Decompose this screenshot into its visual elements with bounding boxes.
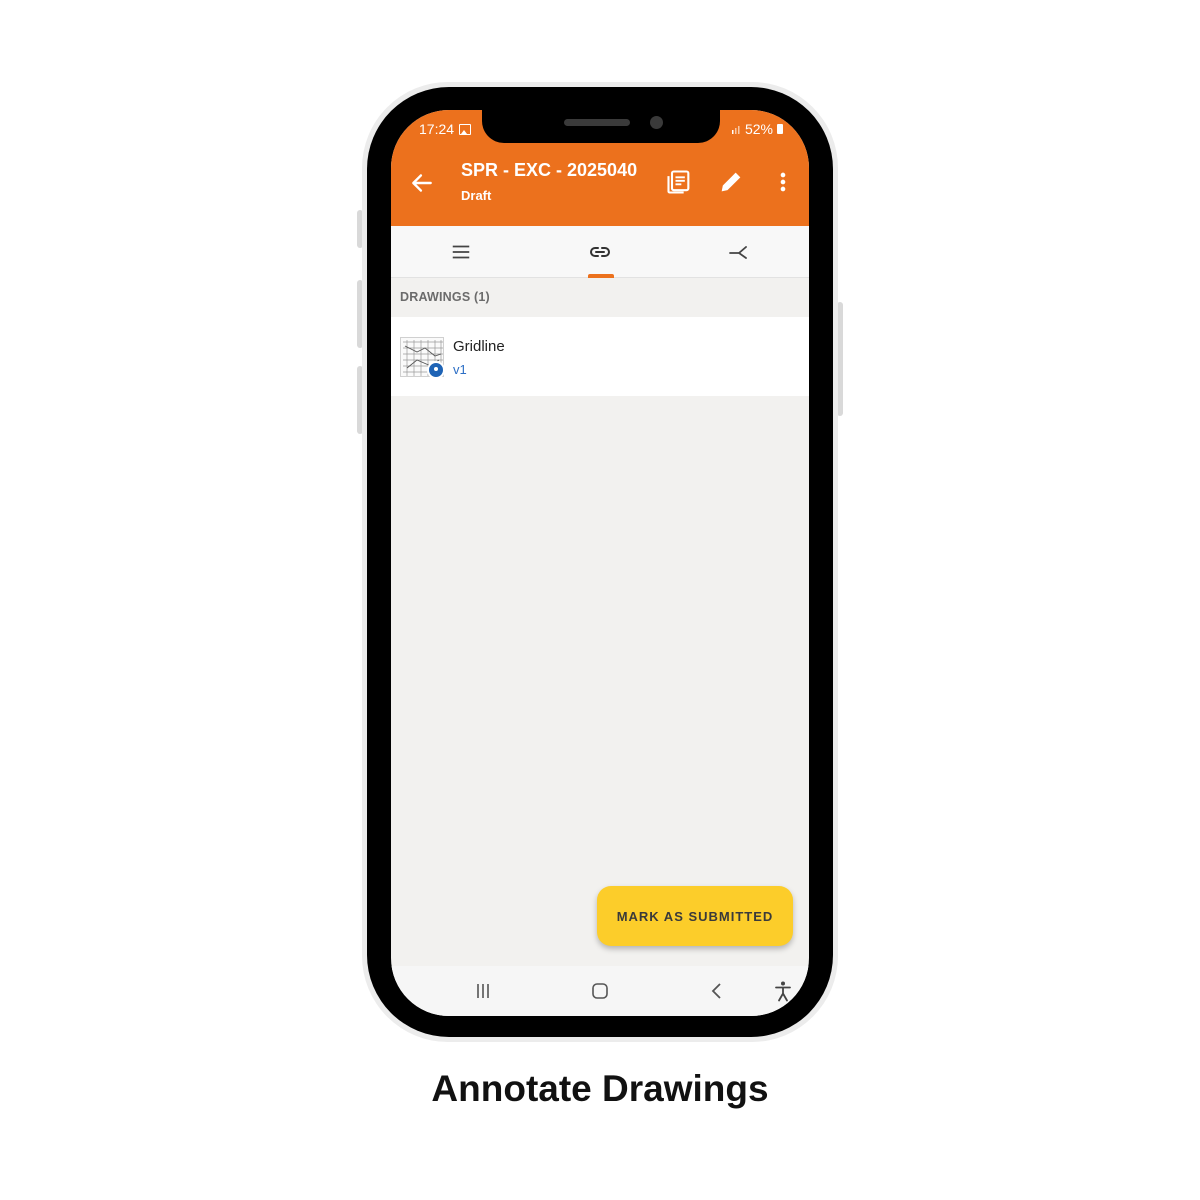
edit-pencil-icon[interactable] — [717, 168, 745, 196]
caption-title: Annotate Drawings — [431, 1068, 769, 1109]
status-time: 17:24 — [419, 121, 455, 137]
nav-back-button[interactable] — [699, 974, 735, 1008]
tab-bar — [391, 226, 809, 278]
status-bar-left: 17:24 — [419, 121, 472, 137]
battery-percent: 52% — [744, 121, 773, 137]
drawing-name: Gridline — [453, 338, 505, 355]
list-item[interactable]: Gridline v1 — [391, 317, 809, 396]
page-title: SPR - EXC - 2025040 — [461, 160, 638, 180]
accessibility-button[interactable] — [765, 974, 801, 1008]
merge-icon — [728, 246, 747, 259]
document-list-icon[interactable] — [665, 168, 693, 196]
mark-as-submitted-button[interactable]: MARK AS SUBMITTED — [597, 886, 793, 946]
list-icon — [452, 245, 469, 259]
accessibility-icon — [775, 981, 791, 1002]
link-icon — [589, 247, 610, 257]
status-bar-right: 52% — [731, 121, 783, 137]
drawings-section-header: DRAWINGS (1) — [400, 290, 490, 304]
image-notification-icon — [459, 123, 472, 135]
home-icon — [592, 983, 608, 999]
system-nav-bar — [391, 966, 809, 1016]
phone-screen: 17:24 52% SPR - EXC - 2025040 Draft DRAW… — [391, 110, 809, 1016]
drawing-version: v1 — [453, 362, 467, 377]
phone-speaker — [564, 119, 630, 126]
phone-camera — [650, 116, 663, 129]
more-vert-icon[interactable] — [769, 168, 797, 196]
recent-apps-icon — [477, 984, 489, 998]
tab-workflow[interactable] — [669, 226, 808, 278]
signal-icon — [731, 126, 740, 134]
tab-links[interactable] — [530, 226, 669, 278]
battery-icon — [777, 124, 783, 134]
phone-notch — [482, 110, 720, 143]
recent-apps-button[interactable] — [465, 974, 501, 1008]
drawings-list: Gridline v1 — [391, 317, 809, 396]
back-arrow-icon[interactable] — [409, 170, 435, 196]
pin-icon — [427, 361, 445, 379]
chevron-left-icon — [711, 983, 721, 999]
tab-details[interactable] — [391, 226, 530, 278]
status-subtitle: Draft — [461, 188, 492, 203]
home-button[interactable] — [582, 974, 618, 1008]
active-tab-indicator — [588, 274, 614, 278]
